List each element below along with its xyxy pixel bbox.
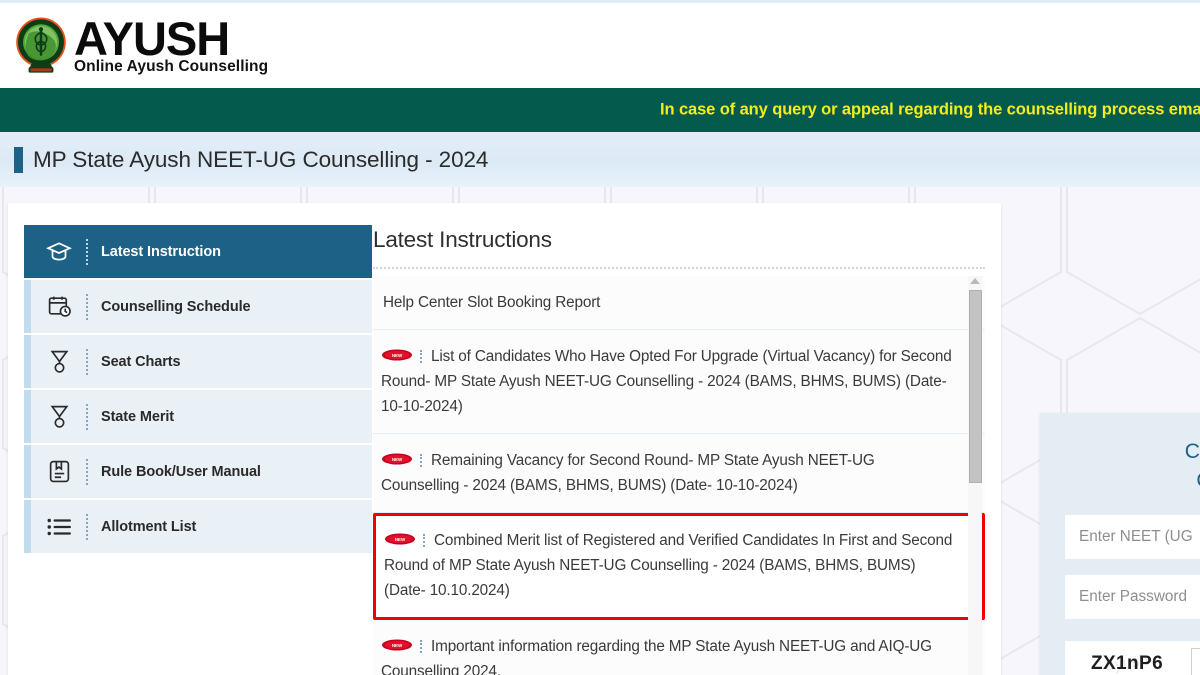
instructions-heading: Latest Instructions <box>373 227 552 252</box>
sidebar-item-rule-book[interactable]: Rule Book/User Manual <box>24 445 372 500</box>
candidate-login-card: C A C ayush ZX1nP6 ( Forgot <box>1040 413 1200 675</box>
announcement-marquee-text: In case of any query or appeal regarding… <box>660 100 1200 119</box>
svg-text:NEW: NEW <box>392 643 403 648</box>
instruction-item[interactable]: Help Center Slot Booking Report <box>373 276 985 330</box>
sidebar-divider <box>86 238 88 265</box>
sidebar-item-state-merit[interactable]: State Merit <box>24 390 372 445</box>
ayush-emblem-icon <box>16 16 66 73</box>
sidebar-accent <box>24 390 31 443</box>
site-logo[interactable]: AYUSH Online Ayush Counselling <box>10 15 268 77</box>
instruction-text: Remaining Vacancy for Second Round- MP S… <box>381 452 875 494</box>
instructions-scrollbar-thumb[interactable] <box>969 290 982 483</box>
sidebar-divider <box>86 293 88 320</box>
sidebar-item-allotment-list[interactable]: Allotment List <box>24 500 372 555</box>
sidebar-nav: Latest Instruction Counselling Schedule <box>24 225 372 555</box>
instruction-divider <box>420 454 422 467</box>
sidebar-item-label: State Merit <box>101 408 175 425</box>
instruction-divider <box>420 640 422 653</box>
page-title: MP State Ayush NEET-UG Counselling - 202… <box>33 146 489 172</box>
sidebar-accent <box>24 500 31 553</box>
sidebar-item-latest-instruction[interactable]: Latest Instruction <box>24 225 372 280</box>
sidebar-item-counselling-schedule[interactable]: Counselling Schedule <box>24 280 372 335</box>
page-root: AYUSH Online Ayush Counselling In case o… <box>0 0 1200 675</box>
neet-rollno-field[interactable] <box>1065 515 1200 559</box>
site-header: AYUSH Online Ayush Counselling <box>0 0 1200 88</box>
login-card-title: C A C <box>1184 440 1200 492</box>
sidebar-accent <box>24 445 31 498</box>
captcha-input[interactable] <box>1191 648 1200 675</box>
instructions-scroll-region[interactable]: Help Center Slot Booking Report NEW List… <box>373 276 985 675</box>
sidebar-divider <box>86 458 88 485</box>
instruction-item-highlighted[interactable]: NEW Combined Merit list of Registered an… <box>373 513 985 620</box>
sidebar-item-label: Counselling Schedule <box>101 298 251 315</box>
new-badge-icon: NEW <box>381 635 413 651</box>
instruction-item[interactable]: NEW List of Candidates Who Have Opted Fo… <box>373 330 985 434</box>
scroll-up-arrow-icon[interactable] <box>970 278 980 284</box>
title-accent-bar <box>14 146 23 173</box>
instruction-item[interactable]: NEW Remaining Vacancy for Second Round- … <box>373 434 985 513</box>
book-manual-icon <box>42 455 76 489</box>
medal-icon <box>42 400 76 434</box>
instruction-text: List of Candidates Who Have Opted For Up… <box>381 348 952 415</box>
new-badge-icon: NEW <box>381 345 413 361</box>
brand-text: AYUSH Online Ayush Counselling <box>74 15 268 77</box>
latest-instructions-panel: Latest Instructions Help Center Slot Boo… <box>373 227 985 675</box>
sidebar-item-label: Latest Instruction <box>101 243 221 260</box>
main-panel-card: Latest Instruction Counselling Schedule <box>8 203 1001 675</box>
instruction-divider <box>420 350 422 363</box>
captcha-row: ayush ZX1nP6 <box>1065 641 1200 675</box>
page-title-band: MP State Ayush NEET-UG Counselling - 202… <box>0 132 1200 187</box>
announcement-marquee-bar: In case of any query or appeal regarding… <box>0 88 1200 132</box>
graduation-cap-icon <box>42 235 76 269</box>
sidebar-item-label: Allotment List <box>101 518 197 535</box>
svg-text:NEW: NEW <box>392 457 403 462</box>
list-icon <box>42 510 76 544</box>
content-area: Latest Instruction Counselling Schedule <box>0 187 1200 675</box>
sidebar-accent <box>24 335 31 388</box>
instruction-item[interactable]: NEW Important information regarding the … <box>373 620 985 675</box>
sidebar-item-label: Rule Book/User Manual <box>101 463 261 480</box>
sidebar-divider <box>86 513 88 540</box>
password-field[interactable] <box>1065 575 1200 619</box>
brand-subtitle: Online Ayush Counselling <box>74 57 269 75</box>
new-badge-icon: NEW <box>384 529 416 545</box>
new-badge-icon: NEW <box>381 449 413 465</box>
instruction-text: Combined Merit list of Registered and Ve… <box>384 532 953 599</box>
instructions-divider <box>373 267 985 269</box>
sidebar-divider <box>86 348 88 375</box>
instruction-text: Important information regarding the MP S… <box>381 638 932 675</box>
neet-rollno-input[interactable] <box>1079 528 1200 546</box>
sidebar-accent <box>24 225 31 278</box>
svg-text:NEW: NEW <box>395 537 406 542</box>
captcha-image: ayush ZX1nP6 <box>1075 647 1179 675</box>
sidebar-item-seat-charts[interactable]: Seat Charts <box>24 335 372 390</box>
password-input[interactable] <box>1079 588 1200 606</box>
instruction-text: Help Center Slot Booking Report <box>383 294 601 311</box>
sidebar-divider <box>86 403 88 430</box>
captcha-code-text: ZX1nP6 <box>1090 653 1164 674</box>
sidebar-item-label: Seat Charts <box>101 353 181 370</box>
svg-text:NEW: NEW <box>392 353 403 358</box>
brand-title: AYUSH <box>74 11 230 65</box>
calendar-clock-icon <box>42 290 76 324</box>
medal-icon <box>42 345 76 379</box>
instruction-divider <box>423 534 425 547</box>
sidebar-accent <box>24 280 31 333</box>
